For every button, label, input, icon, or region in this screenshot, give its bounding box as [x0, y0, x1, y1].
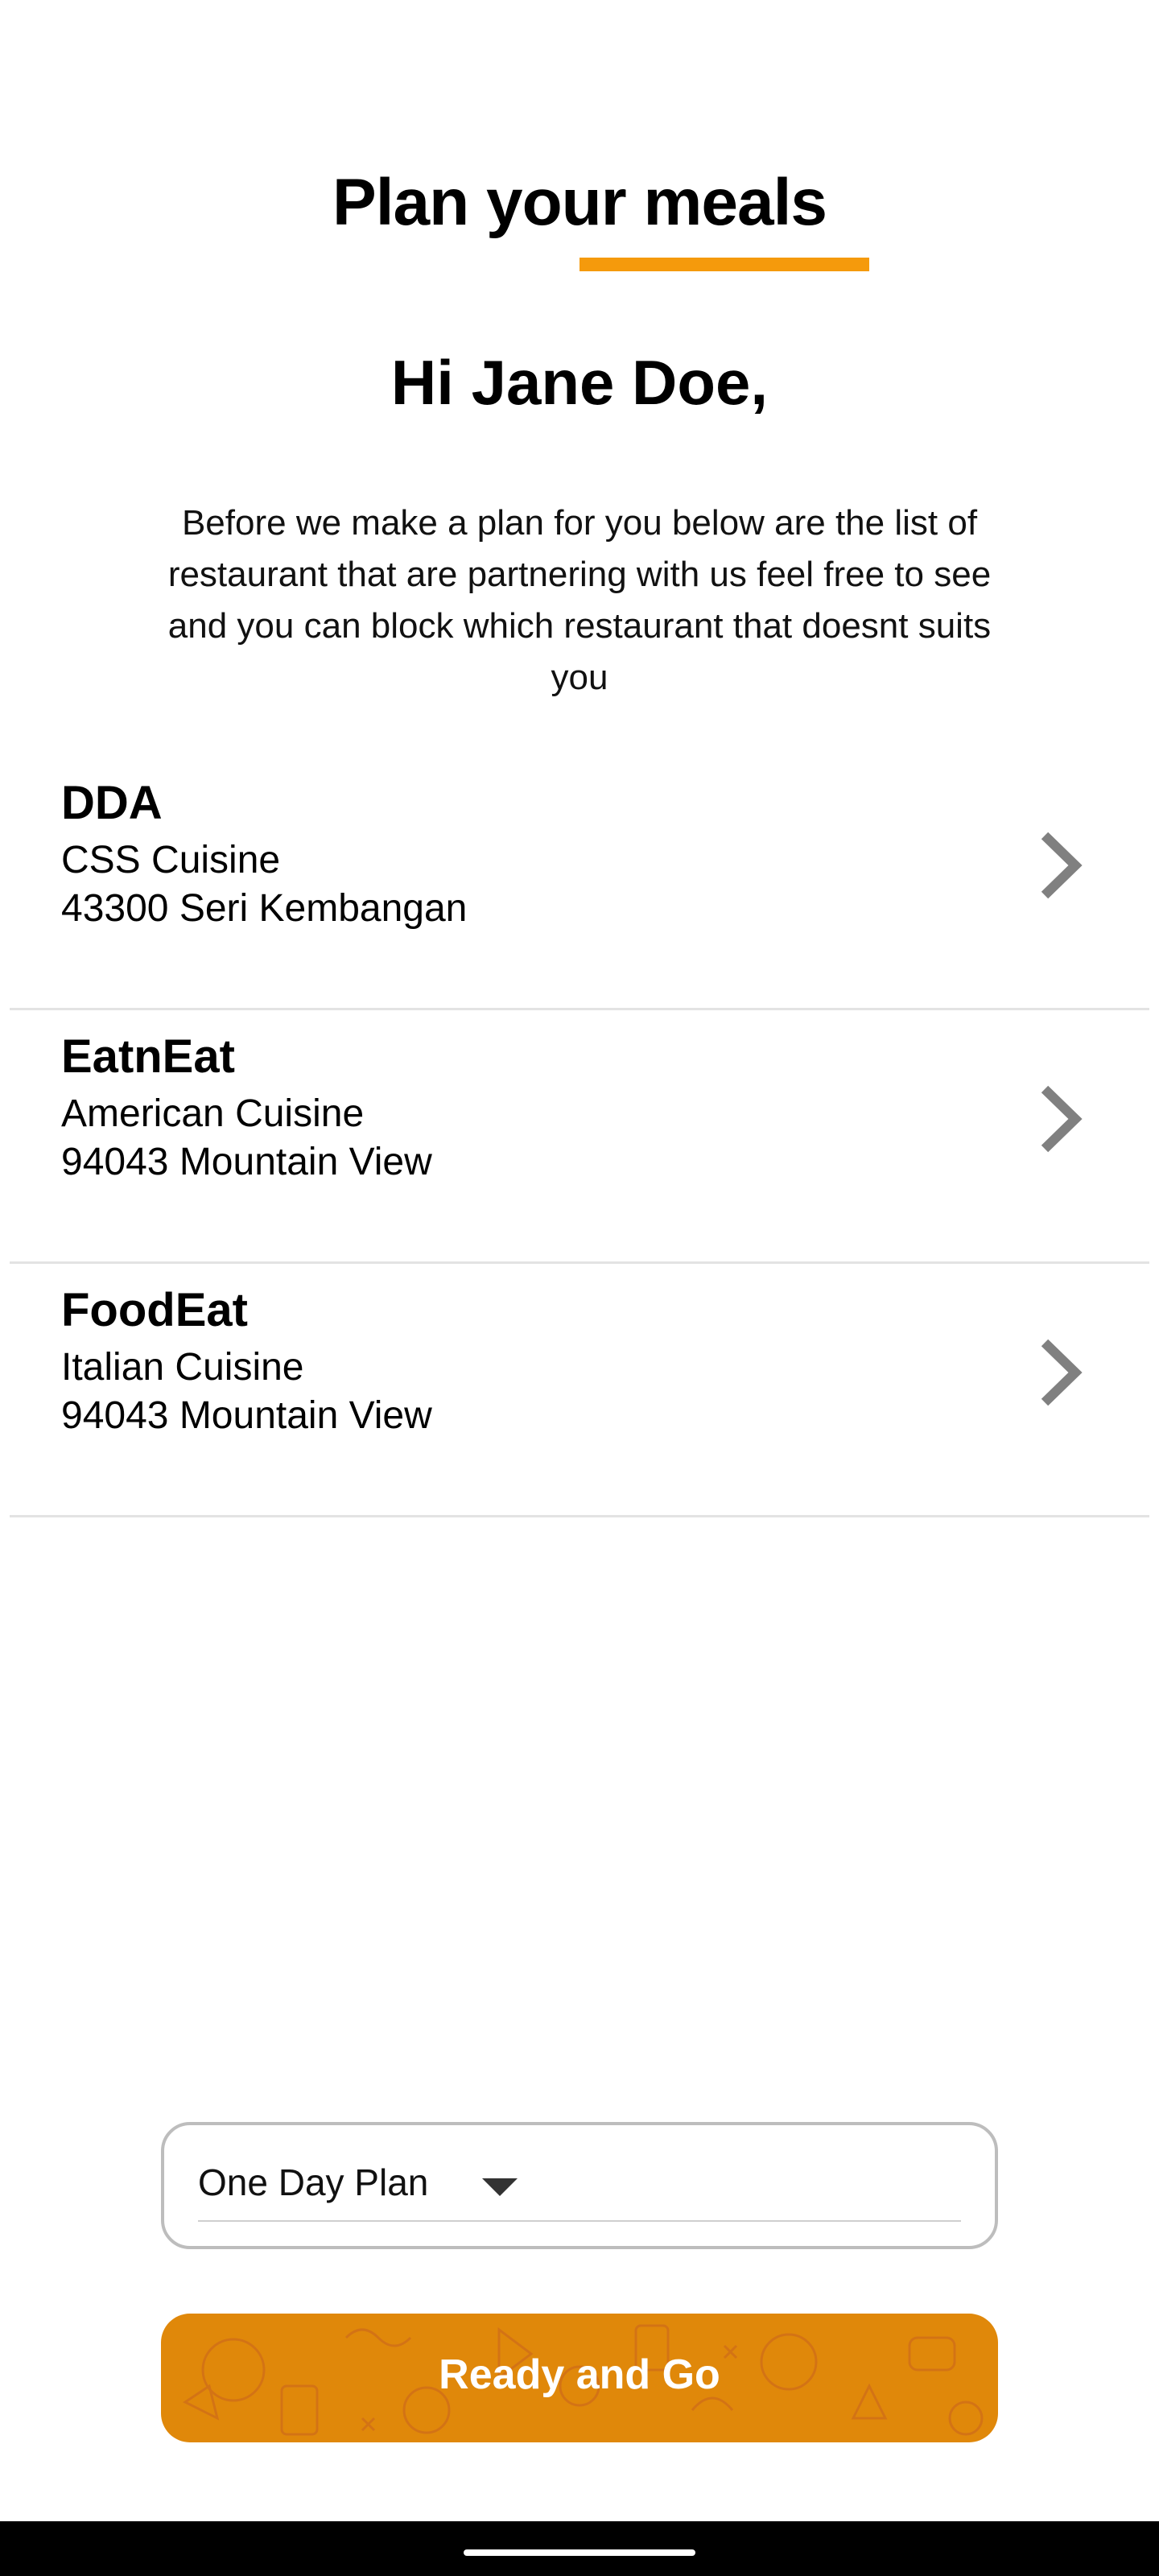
- restaurant-cuisine: American Cuisine: [61, 1092, 365, 1135]
- restaurant-address: 94043 Mountain View: [61, 1141, 432, 1183]
- plan-dropdown[interactable]: One Day Plan: [161, 2122, 998, 2249]
- chevron-right-icon[interactable]: [1037, 829, 1085, 902]
- restaurant-address: 43300 Seri Kembangan: [61, 887, 468, 930]
- plan-dropdown-value: One Day Plan: [198, 2161, 429, 2203]
- restaurant-item-foodeat[interactable]: FoodEat Italian Cuisine 94043 Mountain V…: [10, 1264, 1149, 1517]
- restaurant-cuisine: CSS Cuisine: [61, 839, 281, 881]
- page-title: Plan your meals: [332, 166, 827, 239]
- ready-and-go-button[interactable]: Ready and Go: [161, 2314, 998, 2442]
- restaurant-list: DDA CSS Cuisine 43300 Seri Kembangan Eat…: [10, 757, 1149, 1517]
- restaurant-name: DDA: [61, 777, 163, 829]
- intro-text: Before we make a plan for you below are …: [167, 503, 992, 697]
- chevron-right-icon[interactable]: [1037, 1336, 1085, 1409]
- chevron-right-icon[interactable]: [1037, 1083, 1085, 1155]
- home-indicator[interactable]: [464, 2549, 695, 2556]
- restaurant-item-eatneat[interactable]: EatnEat American Cuisine 94043 Mountain …: [10, 1010, 1149, 1264]
- dropdown-underline: [198, 2220, 961, 2222]
- restaurant-address: 94043 Mountain View: [61, 1394, 432, 1437]
- caret-down-icon[interactable]: [482, 2178, 518, 2196]
- greeting: Hi Jane Doe,: [390, 347, 769, 418]
- ready-and-go-label: Ready and Go: [439, 2351, 720, 2398]
- title-underline: [580, 258, 869, 271]
- restaurant-item-dda[interactable]: DDA CSS Cuisine 43300 Seri Kembangan: [10, 757, 1149, 1010]
- system-navigation-bar: [0, 2521, 1159, 2576]
- restaurant-cuisine: Italian Cuisine: [61, 1346, 304, 1389]
- restaurant-name: EatnEat: [61, 1030, 235, 1083]
- restaurant-name: FoodEat: [61, 1284, 248, 1336]
